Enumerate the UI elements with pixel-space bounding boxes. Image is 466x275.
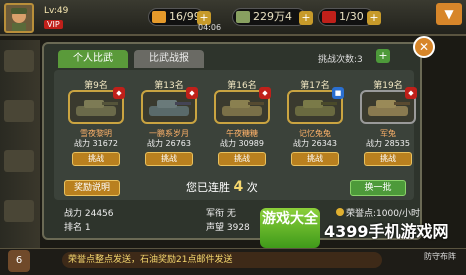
money-value: 229万4 [253,10,292,23]
left-sidebar [0,40,40,275]
tab-personal-duel[interactable]: 个人比武 [58,50,128,68]
devil-icon: ◆ [405,87,417,99]
energy-resource: 16/99 + [148,8,211,26]
opponent-portrait: ◆ [214,87,271,124]
add-fuel-button[interactable]: + [367,11,381,25]
opponent-card: 第16名 ◆ 午夜糖糖 战力 30989 挑战 [210,78,274,172]
watermark-site: 4399手机游戏网 [324,222,449,241]
add-challenge-button[interactable]: + [376,49,390,63]
vip-badge[interactable]: VIP [44,20,63,29]
energy-timer: 04:06 [198,23,222,32]
devil-icon: ◆ [186,87,198,99]
challenge-button[interactable]: 挑战 [218,152,266,166]
opponent-card: 第13名 ◆ 一鹏系岁月 战力 26763 挑战 [137,78,201,172]
opponent-portrait: ◆ [141,87,198,124]
watermark-logo: 游戏大全 [260,208,320,248]
opponent-power: 战力 26763 [147,139,191,148]
opponent-portrait: ◆ [360,87,417,124]
bottom-level-badge[interactable]: 6 [8,250,30,272]
devil-icon: ◆ [259,87,271,99]
win-streak: 您已连胜 4 次 [186,179,258,195]
energy-value: 16/99 [169,10,201,23]
opponent-power: 战力 30989 [220,139,264,148]
player-level: Lv:49 [44,6,69,16]
streak-suffix: 次 [246,181,258,194]
opponent-card: 第17名 ■ 记忆兔兔 战力 26343 挑战 [283,78,347,172]
challenge-button[interactable]: 挑战 [291,152,339,166]
cash-icon [236,11,250,23]
close-button[interactable]: ✕ [413,36,435,58]
challenge-button[interactable]: 挑战 [72,152,120,166]
soldier-icon [11,8,27,31]
money-resource: 229万4 + [232,8,313,26]
streak-count: 4 [233,179,244,195]
challenge-button[interactable]: 挑战 [145,152,193,166]
tab-duel-report[interactable]: 比武战报 [134,50,204,68]
player-title: 军衔 无 [206,209,236,219]
player-rank: 排名 1 [64,223,91,233]
challenge-count: 挑战次数:3 [318,55,363,65]
reward-info-button[interactable]: 奖励说明 [64,180,120,196]
opponent-portrait: ◆ [68,87,125,124]
sidebar-tank-icon[interactable] [4,150,34,172]
challenge-button[interactable]: 挑战 [364,152,412,166]
player-prestige: 声望 3928 [206,223,250,233]
sidebar-tank-icon[interactable] [4,50,34,72]
opponent-power: 战力 26343 [293,139,337,148]
fuel-icon [322,11,336,23]
fuel-value: 1/30 [339,10,364,23]
watermark: 游戏大全 4399手机游戏网 [260,208,460,248]
fuel-resource: 1/30 + [318,8,381,26]
refresh-opponents-button[interactable]: 换一批 [350,180,406,196]
defense-deploy-button[interactable]: 防守布阵 [424,251,456,262]
add-money-button[interactable]: + [299,11,313,25]
devil-icon: ◆ [113,87,125,99]
sidebar-tank-icon[interactable] [4,100,34,122]
opponent-power: 战力 31672 [74,139,118,148]
robot-icon: ■ [332,87,344,99]
menu-toggle-button[interactable]: ▼ [436,3,462,25]
player-power: 战力 24456 [64,209,114,219]
opponent-portrait: ■ [287,87,344,124]
opponent-power: 战力 28535 [366,139,410,148]
opponent-card: 第19名 ◆ 军兔 战力 28535 挑战 [356,78,420,172]
player-avatar[interactable] [4,3,34,33]
opponent-card: 第9名 ◆ 雪夜黎明 战力 31672 挑战 [64,78,128,172]
sidebar-tank-icon[interactable] [4,200,34,222]
streak-prefix: 您已连胜 [186,181,230,194]
energy-icon [152,11,166,23]
announcement-ticker: 荣誉点整点发送，石油奖励21点邮件发送 [62,252,382,268]
